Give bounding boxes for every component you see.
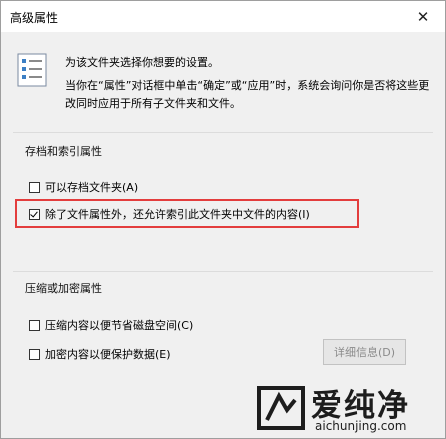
close-icon[interactable]: ✕ (401, 1, 445, 32)
encrypt-checkbox-label: 加密内容以便保护数据(E) (45, 348, 171, 361)
settings-list-icon (17, 53, 47, 87)
encrypt-checkbox[interactable] (29, 348, 40, 360)
watermark-logo-icon (257, 386, 305, 430)
archive-checkbox-label: 可以存档文件夹(A) (45, 181, 139, 194)
details-button[interactable]: 详细信息(D) (323, 339, 406, 365)
archive-group-title: 存档和索引属性 (25, 145, 102, 158)
archive-checkbox-row[interactable]: 可以存档文件夹(A) (29, 179, 138, 195)
compress-group-title: 压缩或加密属性 (25, 282, 102, 295)
archive-group-divider (13, 132, 433, 133)
watermark: 爱纯净 aichunjing.com (231, 378, 445, 438)
watermark-url: aichunjing.com (315, 419, 407, 433)
compress-group-divider (13, 271, 433, 272)
index-checkbox-label: 除了文件属性外，还允许索引此文件夹中文件的内容(I) (45, 208, 310, 221)
compress-checkbox[interactable] (29, 319, 40, 331)
encrypt-checkbox-row[interactable]: 加密内容以便保护数据(E) (29, 346, 171, 362)
intro-explanation: 当你在“属性”对话框中单击“确定”或“应用”时，系统会询问你是否将这些更改同时应… (65, 79, 430, 110)
title-bar[interactable]: 高级属性 ✕ (1, 1, 445, 32)
compress-checkbox-label: 压缩内容以便节省磁盘空间(C) (45, 319, 194, 332)
intro-text: 为该文件夹选择你想要的设置。 (65, 56, 219, 69)
advanced-attributes-dialog: 高级属性 ✕ 为该文件夹选择你想要的设置。 当你在“属性”对话框中单击“确定”或… (0, 0, 446, 439)
archive-checkbox[interactable] (29, 181, 40, 193)
index-checkbox[interactable] (29, 208, 40, 220)
compress-checkbox-row[interactable]: 压缩内容以便节省磁盘空间(C) (29, 317, 193, 333)
window-title: 高级属性 (10, 11, 59, 25)
index-checkbox-row[interactable]: 除了文件属性外，还允许索引此文件夹中文件的内容(I) (29, 206, 310, 222)
